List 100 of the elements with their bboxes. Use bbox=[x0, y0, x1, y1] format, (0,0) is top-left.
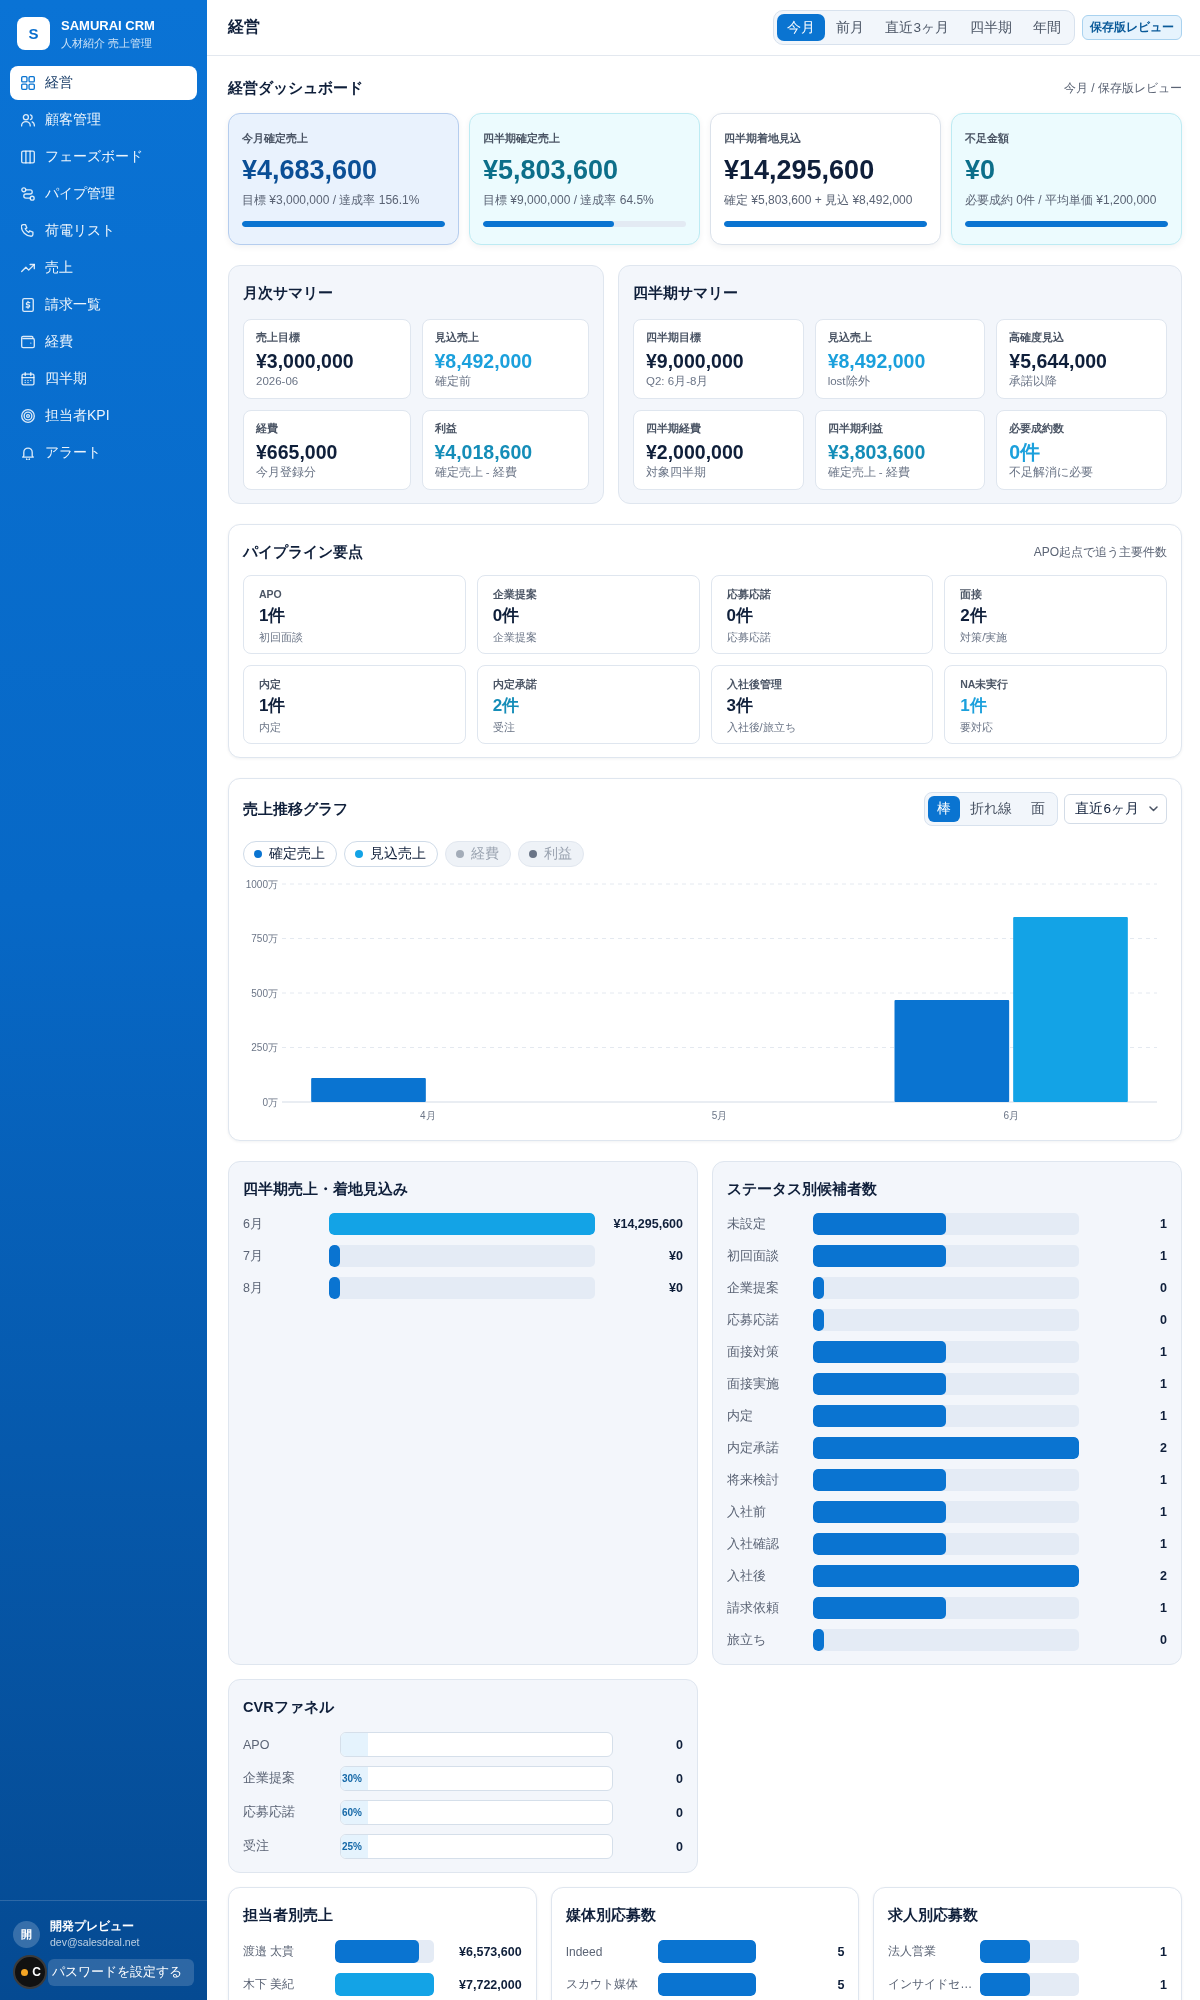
row-label: 面接対策 bbox=[727, 1343, 780, 1361]
stage-label: APO bbox=[259, 587, 283, 601]
brand-name: SAMURAI CRM bbox=[61, 17, 155, 34]
route-icon bbox=[21, 187, 35, 201]
row-label: 入社前 bbox=[727, 1503, 767, 1521]
stat-label: 見込売上 bbox=[827, 330, 873, 344]
axis-tick-label: 0万 bbox=[262, 1096, 278, 1108]
section-context: 今月 / 保存版レビュー bbox=[1064, 79, 1182, 97]
stat-value: ¥3,000,000 bbox=[256, 349, 355, 374]
row-value: 1 bbox=[1159, 1944, 1167, 1959]
kpi-note: 必要成約 0件 / 平均単価 ¥1,200,000 bbox=[965, 192, 1158, 208]
period-tab[interactable]: 四半期 bbox=[960, 14, 1022, 41]
row-value: 1 bbox=[1159, 1505, 1167, 1519]
row-label: 企業提案 bbox=[727, 1279, 780, 1297]
nav-item[interactable]: フェーズボード bbox=[10, 140, 197, 174]
stage-label: 内定 bbox=[259, 677, 282, 691]
row-label: 6月 bbox=[243, 1215, 264, 1233]
row-value: 1 bbox=[1159, 1409, 1167, 1423]
nav-item[interactable]: 担当者KPI bbox=[10, 399, 197, 433]
axis-tick-label: 1000万 bbox=[245, 878, 278, 890]
chart-type-tab[interactable]: 折れ線 bbox=[961, 796, 1022, 822]
stat-value: ¥8,492,000 bbox=[434, 349, 534, 374]
stage-count: 3件 bbox=[726, 695, 754, 717]
row-value: 1 bbox=[1159, 1377, 1167, 1391]
stage-note: 企業提案 bbox=[492, 630, 538, 644]
set-password-button[interactable]: パスワードを設定する bbox=[48, 1958, 194, 1986]
stat-value: ¥665,000 bbox=[256, 440, 339, 465]
period-tab[interactable]: 年間 bbox=[1023, 14, 1071, 41]
row-value: 0 bbox=[675, 1839, 683, 1854]
period-tab[interactable]: 前月 bbox=[826, 14, 875, 41]
stage-note: 初回面談 bbox=[259, 630, 304, 644]
axis-tick-label: 500万 bbox=[251, 987, 278, 999]
row-label: 応募応諾 bbox=[727, 1311, 780, 1329]
row-value: 0 bbox=[675, 1737, 683, 1752]
row-value: 0 bbox=[1159, 1633, 1167, 1647]
nav-item[interactable]: 荷電リスト bbox=[10, 214, 197, 248]
row-value: 2 bbox=[1159, 1441, 1167, 1455]
stat-note: 2026-06 bbox=[256, 374, 300, 389]
stat-label: 経費 bbox=[256, 421, 279, 435]
rate-label: 30% bbox=[341, 1773, 362, 1784]
stage-note: 入社後/旅立ち bbox=[726, 720, 797, 734]
stat-note: 確定売上 - 経費 bbox=[827, 465, 911, 480]
stage-note: 要対応 bbox=[960, 720, 995, 734]
stat-value: ¥4,018,600 bbox=[434, 440, 534, 465]
stage-count: 0件 bbox=[726, 605, 754, 627]
row-value: 0 bbox=[675, 1771, 683, 1786]
stat-note: 対象四半期 bbox=[646, 465, 707, 480]
bell-icon bbox=[21, 446, 35, 460]
nav-item[interactable]: 経営 bbox=[10, 66, 197, 100]
legend-toggle[interactable]: 確定売上 bbox=[243, 841, 337, 867]
kpi-value: ¥5,803,600 bbox=[483, 154, 620, 186]
row-label: 未設定 bbox=[727, 1215, 767, 1233]
row-value: 1 bbox=[1159, 1345, 1167, 1359]
panel-note: APO起点で追う主要件数 bbox=[1033, 543, 1167, 561]
kpi-label: 不足金額 bbox=[965, 131, 1010, 145]
receipt-icon bbox=[21, 298, 35, 312]
row-value: ¥7,722,000 bbox=[458, 1977, 522, 1992]
overlay-badge[interactable]: C bbox=[13, 1955, 47, 1989]
users-icon bbox=[21, 113, 35, 127]
kpi-note: 目標 ¥9,000,000 / 達成率 64.5% bbox=[483, 192, 655, 208]
stage-count: 0件 bbox=[492, 605, 521, 627]
row-label: 内定承諾 bbox=[727, 1439, 780, 1457]
kpi-note: 目標 ¥3,000,000 / 達成率 156.1% bbox=[242, 192, 421, 208]
row-value: 1 bbox=[1159, 1217, 1167, 1231]
stage-count: 2件 bbox=[492, 695, 521, 717]
row-label: 入社後 bbox=[727, 1567, 767, 1585]
nav-item[interactable]: 顧客管理 bbox=[10, 103, 197, 137]
row-label: 8月 bbox=[243, 1279, 264, 1297]
stat-label: 見込売上 bbox=[434, 330, 480, 344]
section-title: 経営ダッシュボード bbox=[228, 78, 363, 98]
nav-item[interactable]: 売上 bbox=[10, 251, 197, 285]
stat-note: Q2: 6月-8月 bbox=[646, 374, 710, 389]
stage-note: 内定 bbox=[259, 720, 282, 734]
panel-title: 売上推移グラフ bbox=[243, 800, 348, 819]
chart-type-tab[interactable]: 面 bbox=[1022, 796, 1055, 822]
panel-title: 媒体別応募数 bbox=[565, 1906, 657, 1925]
chart-type-tab[interactable]: 棒 bbox=[928, 796, 961, 822]
row-label: 将来検討 bbox=[727, 1471, 780, 1489]
legend-toggle[interactable]: 見込売上 bbox=[344, 841, 438, 867]
stat-label: 売上目標 bbox=[256, 330, 301, 344]
panel-title: 月次サマリー bbox=[243, 284, 334, 303]
nav-item[interactable]: 請求一覧 bbox=[10, 288, 197, 322]
range-select[interactable]: 直近6ヶ月 bbox=[1064, 794, 1167, 824]
saved-review-button[interactable]: 保存版レビュー bbox=[1082, 15, 1182, 40]
row-label: 7月 bbox=[243, 1247, 264, 1265]
period-tab[interactable]: 直近3ヶ月 bbox=[875, 14, 959, 41]
axis-category-label: 4月 bbox=[420, 1110, 436, 1121]
row-label: 初回面談 bbox=[727, 1247, 780, 1265]
chevron-down-icon bbox=[1149, 806, 1158, 812]
kpi-label: 四半期着地見込 bbox=[724, 131, 802, 145]
period-tab[interactable]: 今月 bbox=[777, 14, 826, 41]
status-dot-icon bbox=[21, 1968, 29, 1976]
stage-note: 応募応諾 bbox=[726, 630, 772, 644]
row-value: 1 bbox=[1159, 1601, 1167, 1615]
row-value: 0 bbox=[1159, 1313, 1167, 1327]
nav-item[interactable]: パイプ管理 bbox=[10, 177, 197, 211]
nav-item[interactable]: 四半期 bbox=[10, 362, 197, 396]
nav-item[interactable]: アラート bbox=[10, 436, 197, 470]
nav-item[interactable]: 経費 bbox=[10, 325, 197, 359]
grid-icon bbox=[21, 76, 35, 90]
